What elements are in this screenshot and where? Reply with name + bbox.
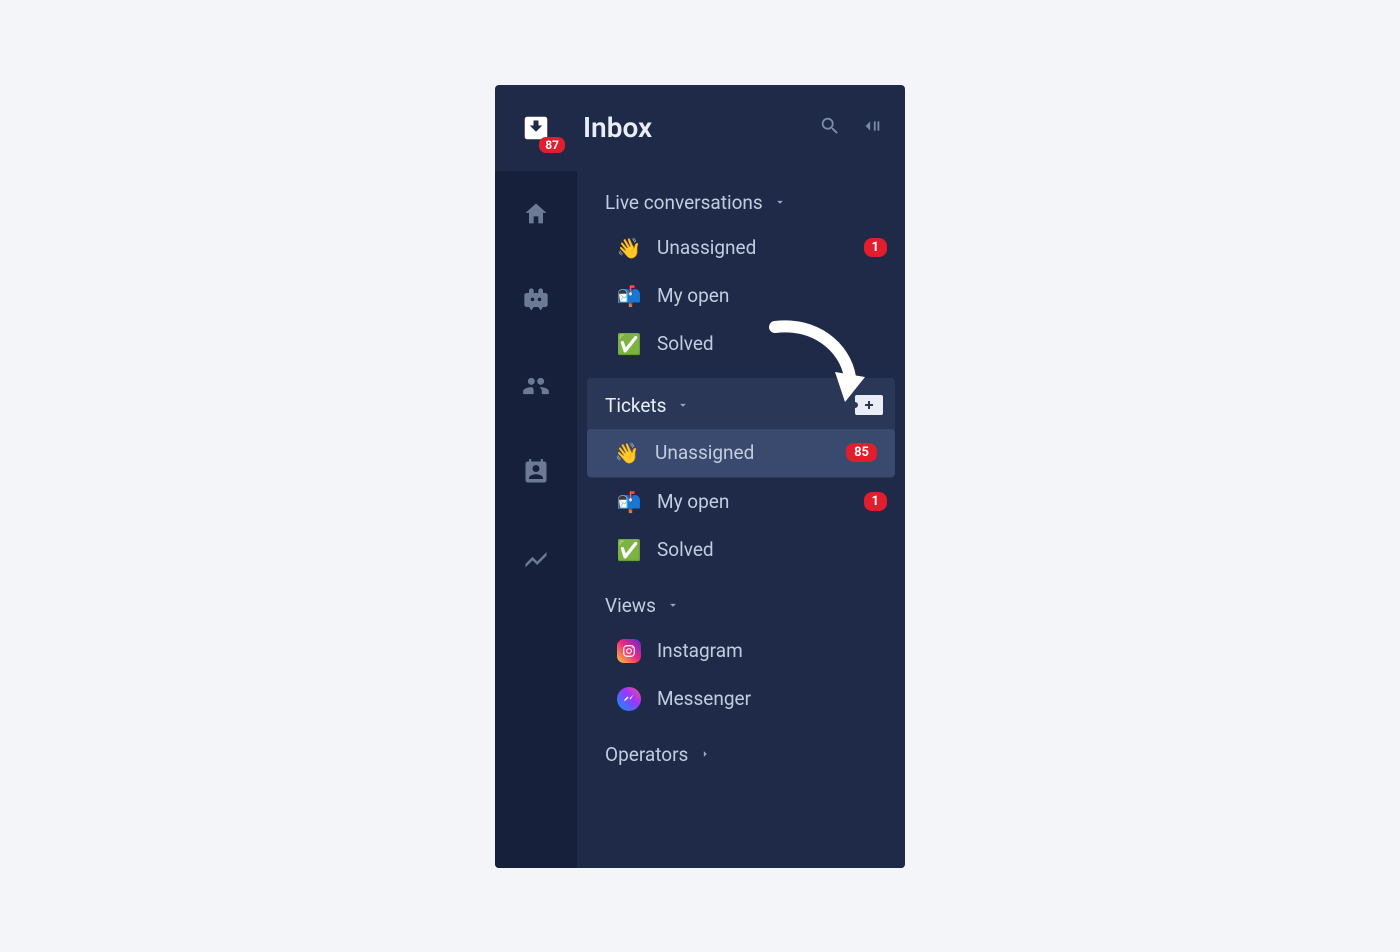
mailbox-icon: 📬 (617, 490, 641, 514)
wave-icon: 👋 (617, 236, 641, 260)
live-my-open[interactable]: 📬 My open (577, 272, 905, 320)
inbox-nav[interactable]: 87 (495, 113, 577, 143)
item-label: My open (657, 284, 887, 307)
item-label: Messenger (657, 687, 887, 710)
collapse-sidebar-icon[interactable] (861, 115, 883, 141)
live-solved[interactable]: ✅ Solved (577, 320, 905, 368)
count-badge: 1 (864, 492, 887, 512)
chevron-right-icon (698, 747, 712, 761)
nav-analytics[interactable] (495, 515, 577, 601)
tickets-solved[interactable]: ✅ Solved (577, 526, 905, 574)
item-label: Unassigned (657, 236, 864, 259)
chevron-down-icon (676, 398, 690, 412)
count-badge: 85 (846, 443, 877, 463)
inbox-sidebar-panel: 87 Inbox (495, 85, 905, 868)
view-instagram[interactable]: Instagram (577, 627, 905, 675)
check-icon: ✅ (617, 332, 641, 356)
new-ticket-button[interactable] (855, 394, 883, 416)
chevron-down-icon (773, 195, 787, 209)
tickets-my-open[interactable]: 📬 My open 1 (577, 478, 905, 526)
section-views[interactable]: Views (577, 574, 905, 627)
nav-rail (495, 171, 577, 868)
item-label: Instagram (657, 639, 887, 662)
inbox-badge: 87 (539, 137, 565, 153)
search-icon[interactable] (819, 115, 841, 141)
nav-home[interactable] (495, 171, 577, 257)
chevron-down-icon (666, 598, 680, 612)
section-title: Live conversations (605, 191, 763, 214)
section-tickets[interactable]: Tickets (587, 378, 895, 429)
mailbox-icon: 📬 (617, 284, 641, 308)
page-title: Inbox (577, 111, 819, 144)
section-live-conversations[interactable]: Live conversations (577, 171, 905, 224)
nav-people[interactable] (495, 343, 577, 429)
item-label: Solved (657, 332, 887, 355)
section-operators[interactable]: Operators (577, 723, 905, 776)
instagram-icon (617, 639, 641, 663)
item-label: My open (657, 490, 864, 513)
nav-chatbot[interactable] (495, 257, 577, 343)
messenger-icon (617, 687, 641, 711)
wave-icon: 👋 (615, 441, 639, 465)
tickets-group: Tickets 👋 Unassigned 85 (587, 378, 895, 478)
section-title: Tickets (605, 394, 666, 417)
view-messenger[interactable]: Messenger (577, 675, 905, 723)
section-title: Views (605, 594, 656, 617)
live-unassigned[interactable]: 👋 Unassigned 1 (577, 224, 905, 272)
inbox-icon: 87 (521, 113, 551, 143)
section-title: Operators (605, 743, 688, 766)
topbar: 87 Inbox (495, 85, 905, 171)
inbox-tree: Live conversations 👋 Unassigned 1 📬 My o… (577, 171, 905, 868)
item-label: Unassigned (655, 441, 846, 464)
tickets-unassigned[interactable]: 👋 Unassigned 85 (587, 429, 895, 477)
check-icon: ✅ (617, 538, 641, 562)
item-label: Solved (657, 538, 887, 561)
nav-contacts[interactable] (495, 429, 577, 515)
count-badge: 1 (864, 238, 887, 258)
